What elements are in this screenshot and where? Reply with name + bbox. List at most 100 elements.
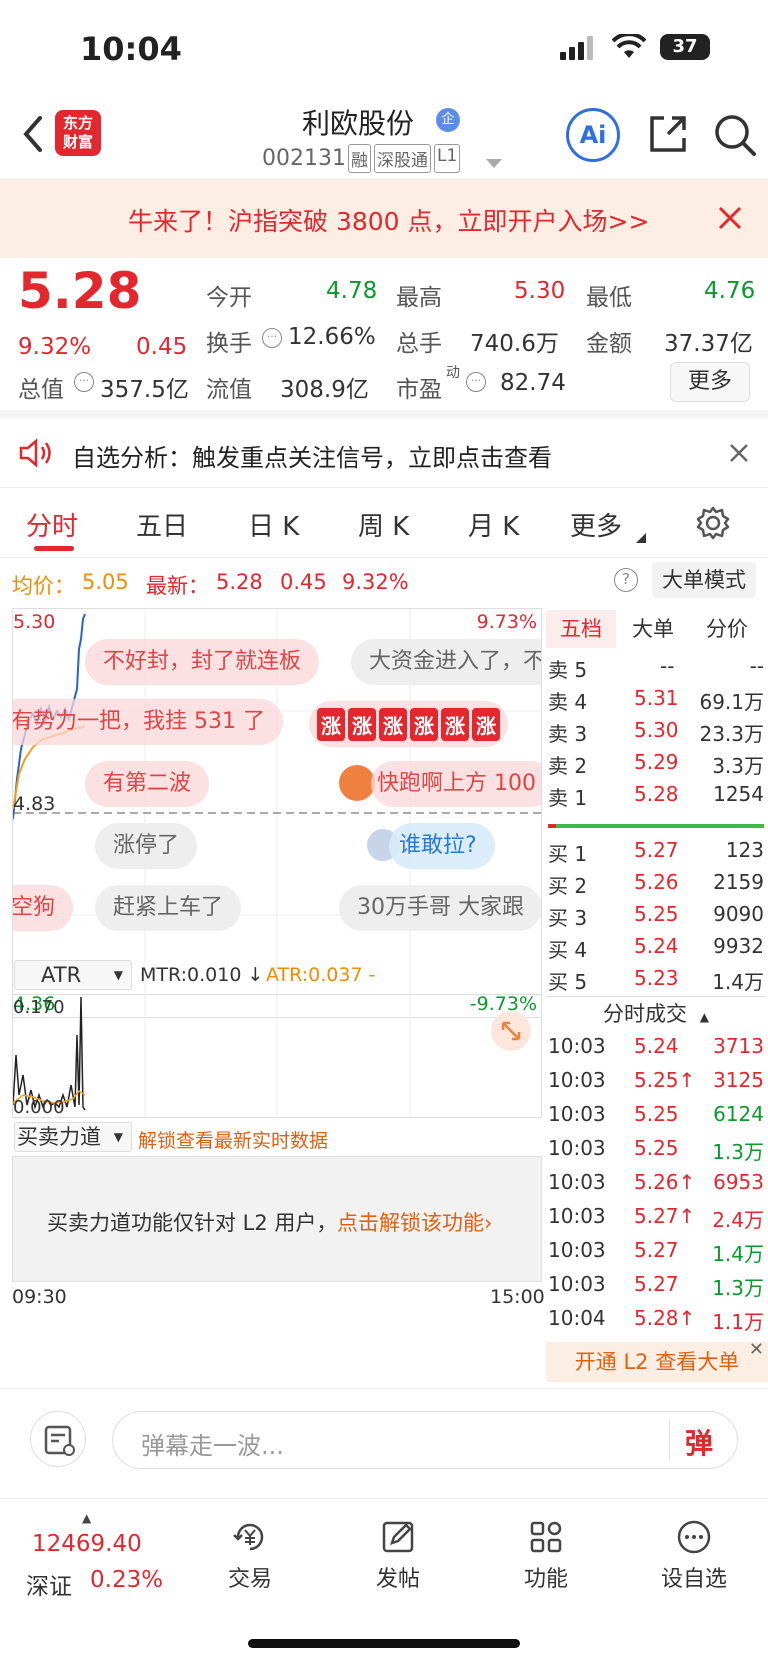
bid-row: 买 2 5.26 2159 — [548, 870, 764, 902]
trade-price: 5.27 — [634, 1272, 679, 1296]
trade-time: 10:03 — [548, 1068, 606, 1092]
expand-icon[interactable] — [491, 1011, 531, 1051]
trade-time: 10:03 — [548, 1170, 606, 1194]
danmaku-bubble[interactable]: 有第二波 — [85, 761, 210, 807]
atr-chart[interactable]: 0.170 0.000 — [12, 994, 542, 1118]
danmaku-bubble[interactable]: 快跑啊上方 100 — [371, 761, 541, 807]
tag-level: L1 — [434, 144, 461, 173]
tab-monthly-k[interactable]: 月 K — [468, 506, 519, 543]
index-name: 深证 — [26, 1574, 72, 1600]
app-logo[interactable]: 东方财富 — [55, 110, 101, 156]
trade-row: 10:03 5.24 3713 — [548, 1034, 764, 1068]
tab-intraday[interactable]: 分时 — [26, 506, 78, 543]
wifi-icon — [611, 32, 647, 64]
open-label: 今开 — [206, 285, 252, 311]
nav-watchlist[interactable]: 设自选 — [644, 1517, 744, 1593]
enterprise-badge: 企 — [436, 108, 460, 132]
amount-label: 金额 — [586, 331, 632, 357]
ask-label: 卖 3 — [548, 722, 588, 746]
zhang-sticker: 涨 — [441, 707, 469, 741]
tab-weekly-k[interactable]: 周 K — [358, 506, 409, 543]
tag-connect: 深股通 — [374, 144, 431, 173]
tab-indicator — [34, 546, 74, 551]
atr-value: ATR:0.037 - — [266, 964, 376, 986]
close-icon[interactable] — [718, 206, 742, 234]
promo-banner[interactable]: 牛来了！沪指突破 3800 点，立即开户入场>> — [0, 180, 768, 258]
index-ticker[interactable]: ▲ 12469.40 深证 0.23% — [20, 1511, 180, 1601]
more-button[interactable]: 更多 — [670, 362, 750, 402]
danmaku-bubble[interactable]: 空狗 — [13, 885, 74, 931]
info-icon[interactable]: ··· — [466, 372, 486, 392]
info-icon[interactable]: ··· — [74, 372, 94, 392]
danmaku-settings-icon[interactable] — [30, 1411, 86, 1467]
trade-volume: 3125 — [713, 1068, 764, 1092]
change-amount: 0.45 — [136, 334, 188, 360]
danmaku-bubble[interactable]: 赶紧上车了 — [95, 885, 242, 931]
tab-five-day[interactable]: 五日 — [136, 506, 188, 543]
danmaku-bubble[interactable]: 涨停了 — [95, 823, 198, 869]
zhang-sticker: 涨 — [317, 707, 345, 741]
sub-indicator-select[interactable]: 买卖力道 ▼ — [14, 1122, 132, 1152]
bid-price: 5.26 — [634, 870, 679, 894]
danmaku-bubble[interactable]: 谁敢拉? — [389, 823, 495, 869]
danmaku-input[interactable]: 弹幕走一波... 弹 — [112, 1411, 738, 1469]
float-value: 308.9亿 — [280, 377, 369, 403]
chevron-down-icon: ▼ — [113, 968, 123, 982]
danmaku-bubble[interactable]: 大资金进入了，不 — [351, 639, 541, 685]
orderbook-tab-price[interactable]: 分价 — [690, 610, 764, 648]
bid-row: 买 3 5.25 9090 — [548, 902, 764, 934]
caret-up-icon: ▲ — [699, 1010, 709, 1024]
trade-time: 10:04 — [548, 1306, 606, 1330]
atr-axis-top: 0.170 — [13, 997, 65, 1018]
indicator-select[interactable]: ATR ▼ — [14, 960, 132, 990]
ask-row: 卖 5 -- -- — [548, 654, 764, 686]
help-icon[interactable]: ? — [614, 568, 638, 592]
trade-row: 10:03 5.26↑ 6953 — [548, 1170, 764, 1204]
ask-volume: 3.3万 — [712, 754, 764, 778]
close-icon[interactable]: ✕ — [749, 1330, 764, 1370]
bid-volume: 2159 — [713, 870, 764, 894]
ask-label: 卖 5 — [548, 658, 588, 682]
nav-trade[interactable]: 交易 — [200, 1517, 300, 1593]
danmaku-send-button[interactable]: 弹 — [685, 1422, 713, 1462]
l2-upgrade-banner[interactable]: 开通 L2 查看大单 ✕ — [546, 1339, 768, 1382]
unlock-link[interactable]: 解锁查看最新实时数据 — [138, 1126, 328, 1153]
danmaku-bubble[interactable]: 30万手哥 大家跟 — [339, 885, 541, 931]
big-order-mode-button[interactable]: 大单模式 — [652, 562, 756, 598]
l2-locked-panel[interactable]: 买卖力道功能仅针对 L2 用户， 点击解锁该功能› — [12, 1156, 542, 1282]
status-bar: 10:04 37 — [0, 0, 768, 96]
tab-more[interactable]: 更多 — [570, 506, 622, 543]
bid-volume: 9932 — [713, 934, 764, 958]
ai-button[interactable]: Ai — [566, 108, 620, 162]
back-icon[interactable] — [18, 114, 48, 154]
trade-row: 10:03 5.25↑ 3125 — [548, 1068, 764, 1102]
nav-trade-label: 交易 — [227, 1567, 272, 1592]
bid-price: 5.23 — [634, 966, 679, 990]
index-value: 12469.40 — [32, 1531, 142, 1557]
info-icon[interactable]: ··· — [262, 328, 282, 348]
analysis-notice[interactable]: 自选分析：触发重点关注信号，立即点击查看 — [0, 418, 768, 488]
l2-unlock-link[interactable]: 点击解锁该功能› — [337, 1207, 492, 1237]
share-icon[interactable] — [646, 112, 690, 160]
close-icon[interactable] — [730, 444, 748, 466]
trade-price: 5.25 — [634, 1102, 679, 1126]
signal-icon — [560, 36, 596, 60]
orderbook-tab-big[interactable]: 大单 — [616, 610, 690, 648]
tab-daily-k[interactable]: 日 K — [248, 506, 299, 543]
danmaku-placeholder: 弹幕走一波... — [141, 1432, 284, 1460]
danmaku-bubble[interactable]: 不好封，封了就连板 — [85, 639, 320, 685]
danmaku-bubble[interactable]: 有势力一把，我挂 531 了 — [13, 699, 283, 745]
latest-change: 0.45 — [280, 570, 327, 594]
intraday-chart[interactable]: 5.30 4.83 4.36 9.73% -9.73% 不好封，封了就连板 大资… — [12, 608, 542, 1018]
nav-post[interactable]: 发帖 — [348, 1517, 448, 1593]
quote-panel: 5.28 9.32% 0.45 今开 4.78 最高 5.30 最低 4.76 … — [0, 258, 768, 418]
settings-icon[interactable] — [696, 506, 730, 544]
search-icon[interactable] — [712, 112, 758, 162]
trades-header[interactable]: 分时成交 ▲ — [546, 996, 766, 1030]
nav-functions[interactable]: 功能 — [496, 1517, 596, 1593]
orderbook-tab-five[interactable]: 五档 — [546, 610, 616, 648]
dropdown-icon[interactable] — [486, 154, 502, 173]
open-value: 4.78 — [326, 278, 378, 304]
bid-price: 5.25 — [634, 902, 679, 926]
latest-percent: 9.32% — [342, 570, 409, 594]
